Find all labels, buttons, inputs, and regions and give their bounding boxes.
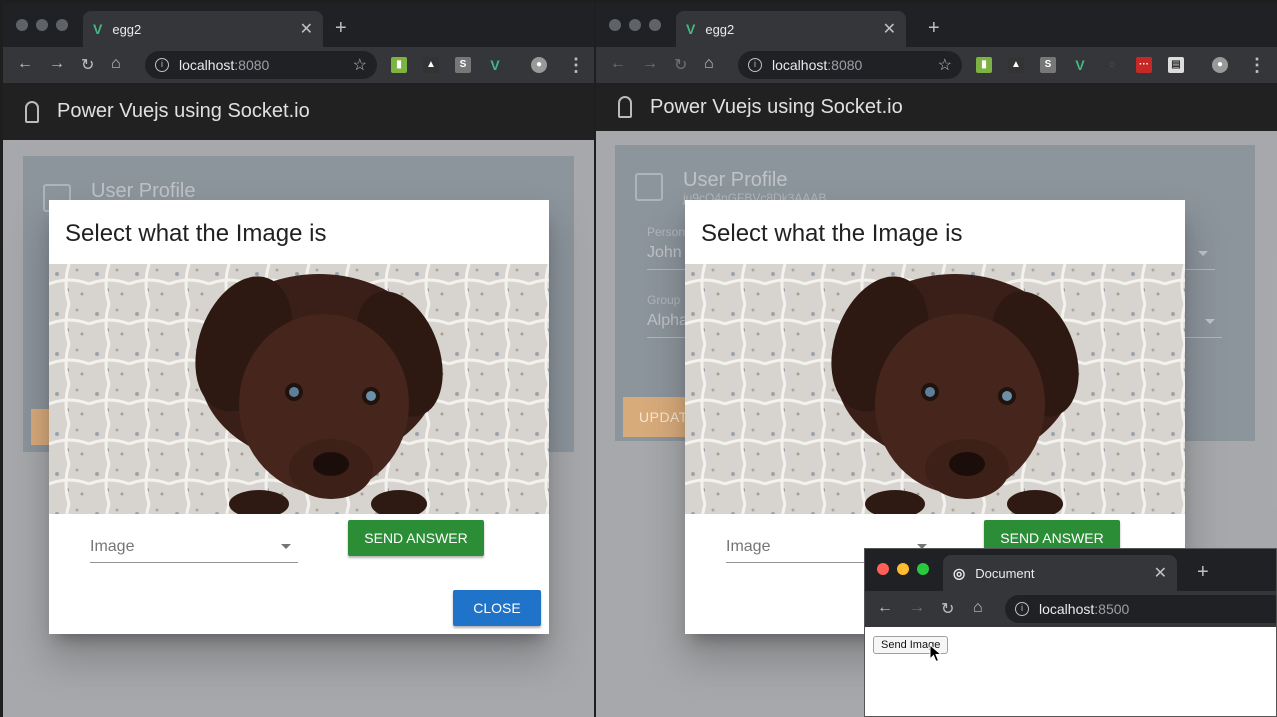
close-window-button[interactable]	[877, 563, 889, 575]
window-controls	[16, 19, 68, 31]
address-bar[interactable]: i localhost:8500	[1005, 595, 1276, 623]
app-title: Power Vuejs using Socket.io	[650, 95, 903, 118]
vue-favicon-icon: V	[93, 21, 103, 37]
profile-avatar-icon[interactable]: ●	[1212, 57, 1228, 73]
app-toolbar: Power Vuejs using Socket.io	[3, 83, 594, 140]
reload-icon[interactable]: ↻	[674, 55, 687, 75]
analytics-extension-icon[interactable]: ▮	[391, 57, 407, 73]
globe-icon: ◎	[953, 564, 966, 581]
back-icon[interactable]: ←	[877, 599, 893, 617]
new-tab-icon[interactable]: +	[1197, 561, 1209, 584]
page-content: Power Vuejs using Socket.io User Profile…	[3, 83, 594, 717]
maximize-window-button[interactable]	[917, 563, 929, 575]
puppy-illustration	[685, 264, 1185, 514]
url-port: :8080	[234, 57, 270, 73]
bookmark-star-icon[interactable]: ☆	[938, 55, 952, 75]
back-icon[interactable]: ←	[17, 55, 33, 73]
tab-title: egg2	[112, 21, 142, 37]
mouse-cursor-icon	[929, 644, 943, 663]
close-tab-icon[interactable]: ✕	[883, 19, 896, 39]
dialog-title: Select what the Image is	[65, 220, 327, 247]
vue-devtools-icon[interactable]: V	[1072, 57, 1088, 73]
back-icon[interactable]: ←	[610, 55, 626, 73]
minimize-window-button[interactable]	[629, 19, 641, 31]
info-icon[interactable]: i	[155, 58, 169, 72]
document-browser-window: ◎ Document ✕ + ← → ↻ ⌂ i localhost:8500 …	[864, 548, 1277, 717]
forward-icon[interactable]: →	[909, 599, 925, 617]
browser-toolbar: ← → ↻ ⌂ i localhost:8500	[865, 591, 1276, 627]
close-tab-icon[interactable]: ✕	[300, 19, 313, 39]
browser-toolbar: ← → ↻ ⌂ i localhost:8080 ☆ ▮ ▲ S V ◌ ···…	[596, 47, 1277, 83]
broadcast-icon	[618, 96, 632, 118]
reload-icon[interactable]: ↻	[941, 599, 954, 619]
forward-icon[interactable]: →	[642, 55, 658, 73]
close-window-button[interactable]	[609, 19, 621, 31]
home-icon[interactable]: ⌂	[704, 55, 714, 73]
s-extension-icon[interactable]: S	[1040, 57, 1056, 73]
image-select[interactable]	[90, 562, 298, 563]
tab-bar: V egg2 ✕ +	[596, 3, 1277, 47]
tab-title: Document	[975, 565, 1035, 581]
puppy-image	[685, 264, 1185, 514]
vue-devtools-icon[interactable]: V	[487, 57, 503, 73]
dialog-title: Select what the Image is	[701, 220, 963, 247]
url-host: localhost	[179, 57, 235, 73]
vue-favicon-icon: V	[686, 21, 696, 37]
new-tab-icon[interactable]: +	[928, 17, 940, 40]
close-button[interactable]: CLOSE	[453, 590, 541, 626]
puppy-illustration	[49, 264, 549, 514]
new-tab-icon[interactable]: +	[335, 17, 347, 40]
window-controls	[877, 563, 929, 575]
broadcast-icon	[25, 100, 39, 123]
minimize-window-button[interactable]	[36, 19, 48, 31]
url-port: :8080	[827, 57, 863, 73]
app-title: Power Vuejs using Socket.io	[57, 100, 310, 122]
home-icon[interactable]: ⌂	[973, 599, 983, 617]
browser-toolbar: ← → ↻ ⌂ i localhost:8080 ☆ ▮ ▲ S V ● ⋮	[3, 47, 594, 83]
red-extension-icon[interactable]: ···	[1136, 57, 1152, 73]
image-dialog: Select what the Image is Image SEND ANSW…	[49, 200, 549, 634]
select-dropdown-arrow-icon[interactable]	[281, 544, 291, 549]
browser-tab[interactable]: V egg2 ✕	[83, 11, 323, 47]
close-tab-icon[interactable]: ✕	[1154, 563, 1167, 583]
analytics-extension-icon[interactable]: ▮	[976, 57, 992, 73]
forward-icon[interactable]: →	[49, 55, 65, 73]
address-bar[interactable]: i localhost:8080 ☆	[738, 51, 962, 79]
reload-icon[interactable]: ↻	[81, 55, 94, 75]
left-browser-window: V egg2 ✕ + ← → ↻ ⌂ i localhost:8080 ☆ ▮ …	[3, 3, 594, 717]
browser-tab[interactable]: V egg2 ✕	[676, 11, 906, 47]
url-port: :8500	[1094, 601, 1130, 617]
info-icon[interactable]: i	[748, 58, 762, 72]
puppy-image	[49, 264, 549, 514]
send-answer-button[interactable]: SEND ANSWER	[348, 520, 484, 556]
tab-bar: V egg2 ✕ +	[3, 3, 594, 47]
drive-extension-icon[interactable]: ▲	[1008, 57, 1024, 73]
browser-tab[interactable]: ◎ Document ✕	[943, 555, 1177, 591]
tab-title: egg2	[705, 21, 735, 37]
image-select-label: Image	[90, 538, 135, 555]
close-window-button[interactable]	[16, 19, 28, 31]
maximize-window-button[interactable]	[649, 19, 661, 31]
maximize-window-button[interactable]	[56, 19, 68, 31]
document-extension-icon[interactable]: ▤	[1168, 57, 1184, 73]
url-host: localhost	[772, 57, 828, 73]
info-icon[interactable]: i	[1015, 602, 1029, 616]
menu-kebab-icon[interactable]: ⋮	[1248, 55, 1266, 76]
window-controls	[609, 19, 661, 31]
home-icon[interactable]: ⌂	[111, 55, 121, 73]
minimize-window-button[interactable]	[897, 563, 909, 575]
url-host: localhost	[1039, 601, 1095, 617]
bookmark-star-icon[interactable]: ☆	[353, 55, 367, 75]
s-extension-icon[interactable]: S	[455, 57, 471, 73]
drive-extension-icon[interactable]: ▲	[423, 57, 439, 73]
menu-kebab-icon[interactable]: ⋮	[567, 55, 585, 76]
app-toolbar: Power Vuejs using Socket.io	[596, 83, 1277, 131]
sync-extension-icon[interactable]: ◌	[1104, 57, 1120, 73]
image-select-label: Image	[726, 538, 771, 555]
profile-avatar-icon[interactable]: ●	[531, 57, 547, 73]
address-bar[interactable]: i localhost:8080 ☆	[145, 51, 377, 79]
tab-bar: ◎ Document ✕ +	[865, 549, 1276, 591]
